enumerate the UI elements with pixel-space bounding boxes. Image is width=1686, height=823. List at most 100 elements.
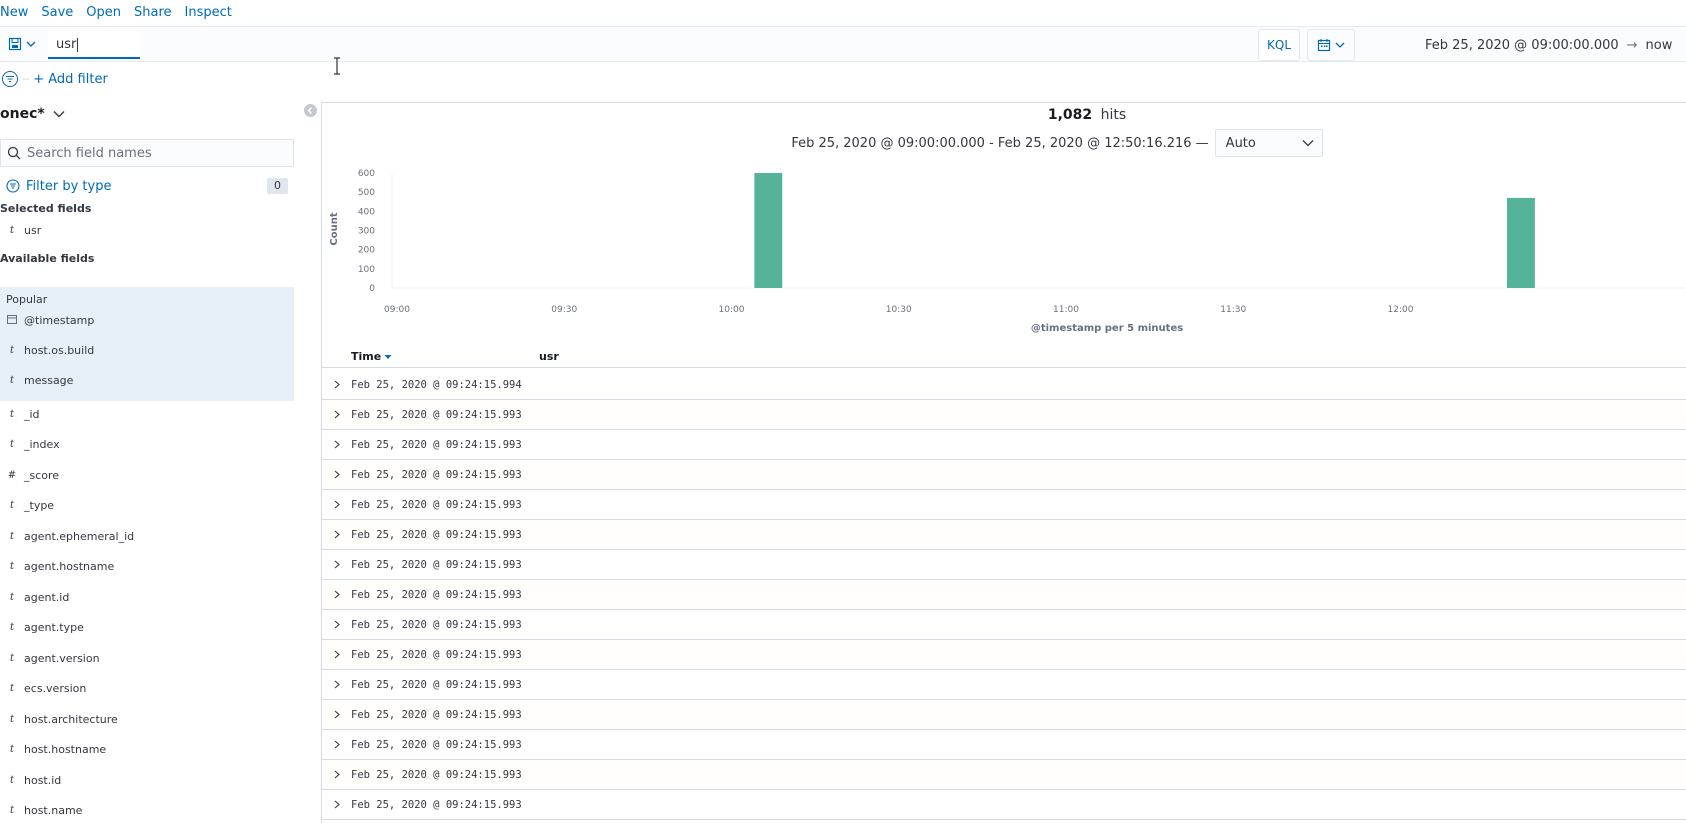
field-name: _index	[24, 438, 60, 451]
field-name: agent.version	[24, 651, 100, 665]
table-row[interactable]: Feb 25, 2020 @ 09:24:15.994	[322, 370, 1686, 400]
index-pattern-selector[interactable]: onec*	[0, 106, 65, 122]
table-row[interactable]: Feb 25, 2020 @ 09:24:15.993	[322, 400, 1686, 430]
table-row[interactable]: Feb 25, 2020 @ 09:24:15.993	[322, 610, 1686, 640]
interval-value: Auto	[1225, 135, 1256, 151]
field-item-popular[interactable]: t host.os.build	[0, 337, 294, 363]
share-link[interactable]: Share	[134, 5, 172, 20]
field-item[interactable]: t agent.hostname	[0, 554, 294, 580]
usr-column-header[interactable]: usr	[539, 350, 559, 363]
row-timestamp: Feb 25, 2020 @ 09:24:15.993	[351, 558, 522, 571]
field-item-popular[interactable]: @timestamp	[0, 307, 294, 333]
field-name: _score	[24, 468, 60, 482]
field-item[interactable]: # _score	[0, 462, 294, 488]
histogram-chart: 0 100 200 300 400 500 600 Count 09:00 09:30 10:00 1…	[329, 169, 1686, 334]
table-row[interactable]: Feb 25, 2020 @ 09:24:15.993	[322, 790, 1686, 820]
expand-row-icon[interactable]	[322, 650, 351, 659]
field-name: agent.id	[24, 590, 70, 604]
field-item[interactable]: t _type	[0, 493, 294, 519]
expand-row-icon[interactable]	[322, 560, 351, 569]
field-item[interactable]: t agent.type	[0, 615, 294, 641]
kql-button[interactable]: KQL	[1258, 29, 1300, 61]
add-filter-button[interactable]: + Add filter	[33, 72, 108, 87]
field-name: host.architecture	[24, 712, 118, 726]
table-row[interactable]: Feb 25, 2020 @ 09:24:15.993	[322, 520, 1686, 550]
x-tick-label: 11:30	[1220, 305, 1246, 315]
date-range[interactable]: Feb 25, 2020 @ 09:00:00.000 → now	[1355, 29, 1686, 61]
expand-row-icon[interactable]	[322, 710, 351, 719]
expand-row-icon[interactable]	[322, 680, 351, 689]
row-timestamp: Feb 25, 2020 @ 09:24:15.994	[351, 378, 522, 391]
inspect-link[interactable]: Inspect	[185, 5, 232, 20]
expand-row-icon[interactable]	[322, 800, 351, 809]
filter-icon	[6, 179, 20, 193]
field-item[interactable]: t _id	[0, 401, 294, 427]
row-timestamp: Feb 25, 2020 @ 09:24:15.993	[351, 588, 522, 601]
expand-row-icon[interactable]	[322, 620, 351, 629]
time-column-header[interactable]: Time	[351, 350, 392, 363]
field-item[interactable]: t ecs.version	[0, 676, 294, 702]
row-timestamp: Feb 25, 2020 @ 09:24:15.993	[351, 498, 522, 511]
string-type-icon: t	[9, 591, 15, 603]
hits-number: 1,082	[1047, 107, 1093, 123]
quick-date-picker[interactable]	[1307, 29, 1355, 61]
text-cursor-icon	[334, 57, 340, 75]
table-row[interactable]: Feb 25, 2020 @ 09:24:15.993	[322, 550, 1686, 580]
field-item[interactable]: t host.name	[0, 798, 294, 823]
field-item[interactable]: t agent.ephemeral_id	[0, 523, 294, 549]
field-item-popular[interactable]: t message	[0, 367, 294, 393]
field-item[interactable]: t _index	[0, 432, 294, 458]
expand-row-icon[interactable]	[322, 440, 351, 449]
expand-row-icon[interactable]	[322, 380, 351, 389]
saved-query-button[interactable]	[4, 33, 44, 55]
field-item[interactable]: t agent.version	[0, 645, 294, 671]
expand-row-icon[interactable]	[322, 530, 351, 539]
y-tick-label: 100	[358, 265, 375, 275]
new-link[interactable]: New	[0, 5, 28, 20]
filter-by-type-button[interactable]: Filter by type 0	[6, 176, 292, 196]
expand-row-icon[interactable]	[322, 500, 351, 509]
table-row[interactable]: Feb 25, 2020 @ 09:24:15.993	[322, 460, 1686, 490]
expand-row-icon[interactable]	[322, 590, 351, 599]
expand-row-icon[interactable]	[322, 410, 351, 419]
field-item[interactable]: t host.architecture	[0, 706, 294, 732]
start-date[interactable]: Feb 25, 2020 @ 09:00:00.000	[1425, 38, 1619, 53]
arrow-right-icon: →	[1626, 37, 1638, 53]
field-item[interactable]: t host.id	[0, 767, 294, 793]
field-item[interactable]: t agent.id	[0, 584, 294, 610]
field-search-input[interactable]: Search field names	[0, 139, 294, 167]
filter-bar: -- + Add filter	[0, 70, 108, 88]
interval-select[interactable]: Auto	[1214, 129, 1323, 157]
table-row[interactable]: Feb 25, 2020 @ 09:24:15.993	[322, 580, 1686, 610]
table-row[interactable]: Feb 25, 2020 @ 09:24:15.993	[322, 490, 1686, 520]
filter-options-button[interactable]	[2, 71, 18, 87]
table-row[interactable]: Feb 25, 2020 @ 09:24:15.993	[322, 730, 1686, 760]
field-name: agent.ephemeral_id	[24, 529, 135, 543]
document-table: Feb 25, 2020 @ 09:24:15.994 Feb 25, 2020 …	[322, 370, 1686, 820]
expand-row-icon[interactable]	[322, 470, 351, 479]
open-link[interactable]: Open	[86, 5, 121, 20]
collapse-sidebar-button[interactable]	[304, 104, 317, 117]
row-timestamp: Feb 25, 2020 @ 09:24:15.993	[351, 618, 522, 631]
expand-row-icon[interactable]	[322, 740, 351, 749]
field-name: usr	[24, 223, 42, 237]
row-timestamp: Feb 25, 2020 @ 09:24:15.993	[351, 528, 522, 541]
number-type-icon: #	[7, 469, 17, 481]
expand-row-icon[interactable]	[322, 770, 351, 779]
search-query-input[interactable]: usr	[48, 31, 140, 59]
field-item[interactable]: t host.hostname	[0, 737, 294, 763]
end-date[interactable]: now	[1646, 38, 1673, 53]
table-row[interactable]: Feb 25, 2020 @ 09:24:15.993	[322, 640, 1686, 670]
table-row[interactable]: Feb 25, 2020 @ 09:24:15.993	[322, 670, 1686, 700]
text-caret	[77, 37, 79, 52]
selected-fields-heading: Selected fields	[0, 202, 92, 215]
table-row[interactable]: Feb 25, 2020 @ 09:24:15.993	[322, 430, 1686, 460]
table-row[interactable]: Feb 25, 2020 @ 09:24:15.993	[322, 700, 1686, 730]
table-row[interactable]: Feb 25, 2020 @ 09:24:15.993	[322, 760, 1686, 790]
string-type-icon: t	[9, 374, 15, 386]
save-link[interactable]: Save	[41, 5, 73, 20]
filter-by-type-label: Filter by type	[26, 178, 112, 194]
save-icon	[8, 37, 22, 51]
field-item-selected[interactable]: t usr	[0, 217, 294, 243]
popular-fields-group: Popular @timestamp t host.os.build t mes…	[0, 287, 294, 401]
